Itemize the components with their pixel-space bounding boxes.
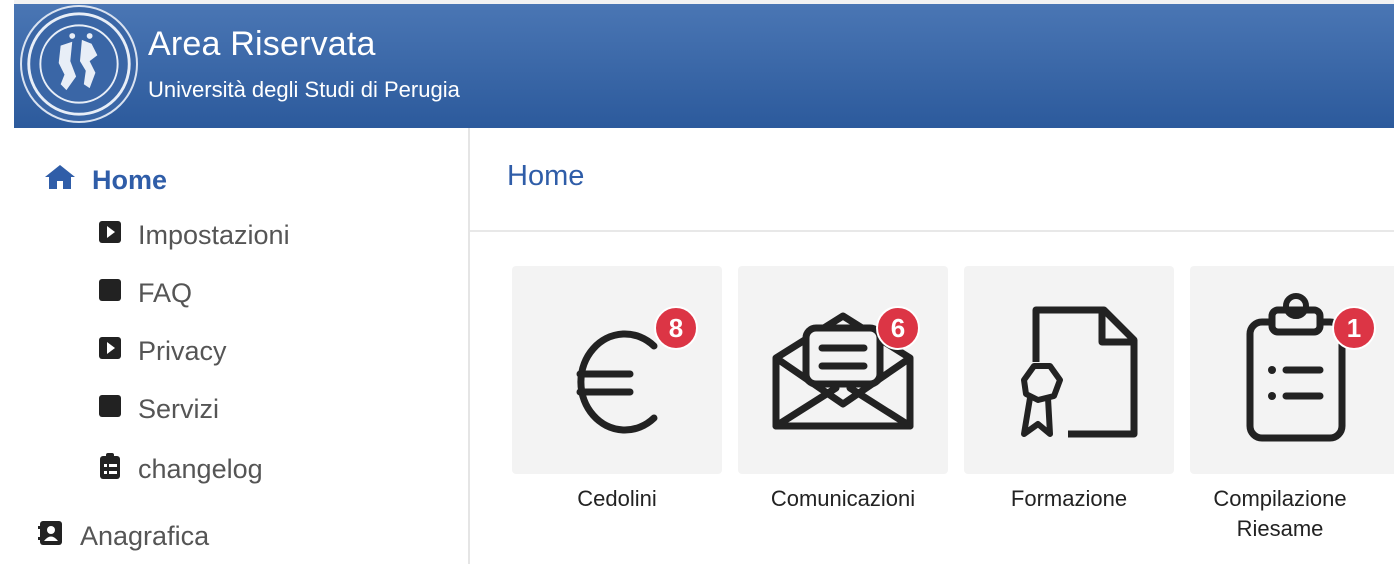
- tile-label-cedolini[interactable]: Cedolini: [512, 484, 722, 514]
- sidebar-item-label: Impostazioni: [138, 220, 290, 250]
- tile-label-line: Riesame: [1236, 516, 1324, 541]
- clipboard-list-icon: [98, 452, 122, 487]
- university-seal-logo: [20, 5, 138, 123]
- sidebar-item-privacy[interactable]: Privacy: [98, 336, 227, 367]
- address-card-icon: [38, 520, 64, 553]
- certificate-icon: [1021, 306, 1138, 438]
- sidebar: Home Impostazioni FAQ Privacy Servizi ch…: [14, 128, 468, 564]
- notification-badge: 6: [876, 306, 920, 350]
- sidebar-item-label: Anagrafica: [80, 521, 210, 551]
- sidebar-item-anagrafica[interactable]: Anagrafica: [38, 520, 209, 553]
- app-title: Area Riservata: [148, 25, 376, 63]
- app-subtitle: Università degli Studi di Perugia: [148, 77, 460, 102]
- window-edge: [0, 0, 14, 564]
- tile-label-compilazione-riesame[interactable]: Compilazione Riesame: [1180, 484, 1380, 544]
- tile-label-comunicazioni[interactable]: Comunicazioni: [738, 484, 948, 514]
- page-title-divider: [470, 230, 1394, 232]
- caret-square-icon: [98, 336, 122, 367]
- header-title-block: Area Riservata Università degli Studi di…: [148, 24, 460, 104]
- page-title: Home: [507, 160, 585, 192]
- app-header: Area Riservata Università degli Studi di…: [14, 0, 1394, 128]
- sidebar-item-label: FAQ: [138, 278, 193, 308]
- tile-label-line: Compilazione: [1213, 486, 1347, 511]
- clipboard-list-icon: [1246, 293, 1346, 442]
- tile-cedolini[interactable]: 8: [512, 266, 722, 474]
- sidebar-item-label: Privacy: [138, 336, 227, 366]
- tile-label-formazione[interactable]: Formazione: [964, 484, 1174, 514]
- tile-compilazione-riesame[interactable]: 1: [1190, 266, 1394, 474]
- tile-formazione[interactable]: [964, 266, 1174, 474]
- euro-icon: [576, 330, 658, 434]
- sidebar-item-home[interactable]: Home: [44, 164, 167, 197]
- sidebar-divider: [468, 128, 470, 564]
- sidebar-item-label: changelog: [138, 454, 263, 484]
- envelope-open-icon: [772, 312, 914, 430]
- notification-badge: 8: [654, 306, 698, 350]
- notification-badge: 1: [1332, 306, 1376, 350]
- sidebar-item-servizi[interactable]: Servizi: [98, 394, 219, 425]
- sidebar-item-faq[interactable]: FAQ: [98, 278, 192, 309]
- square-icon: [98, 278, 122, 309]
- tile-comunicazioni[interactable]: 6: [738, 266, 948, 474]
- caret-square-icon: [98, 220, 122, 251]
- sidebar-item-label: Home: [92, 165, 168, 195]
- sidebar-item-label: Servizi: [138, 394, 220, 424]
- home-icon: [44, 164, 76, 197]
- sidebar-item-changelog[interactable]: changelog: [98, 452, 263, 487]
- square-icon: [98, 394, 122, 425]
- sidebar-item-impostazioni[interactable]: Impostazioni: [98, 220, 290, 251]
